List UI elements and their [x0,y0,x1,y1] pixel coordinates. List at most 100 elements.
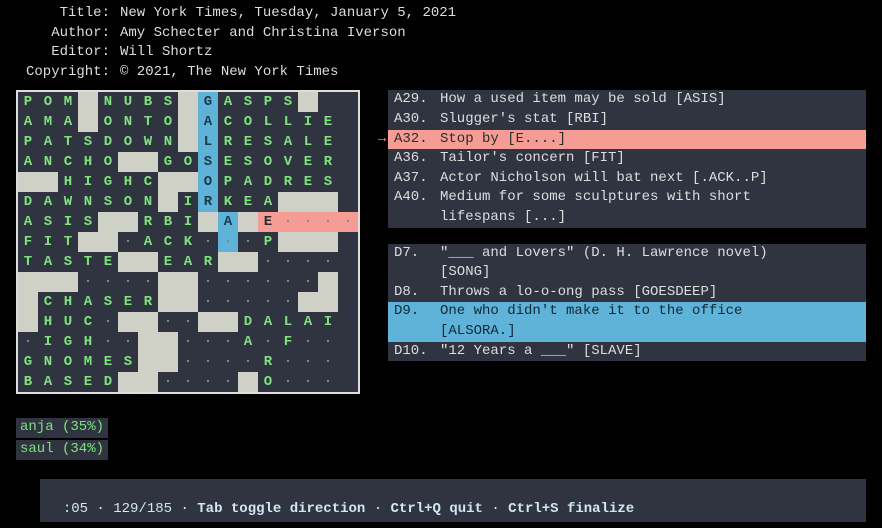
grid-cell[interactable]: E [238,192,258,212]
grid-cell[interactable]: S [258,132,278,152]
grid-cell[interactable]: A [18,112,38,132]
grid-cell[interactable] [158,192,178,212]
grid-cell[interactable]: C [218,112,238,132]
grid-cell[interactable]: R [138,212,158,232]
grid-cell[interactable]: E [238,132,258,152]
grid-cell[interactable]: · [318,372,338,392]
grid-cell[interactable]: · [198,332,218,352]
grid-cell[interactable] [138,312,158,332]
grid-cell[interactable]: S [78,132,98,152]
grid-cell[interactable]: I [178,192,198,212]
grid-cell[interactable] [138,252,158,272]
grid-cell[interactable]: · [278,372,298,392]
grid-cell[interactable] [198,312,218,332]
grid-cell[interactable] [178,112,198,132]
grid-cell[interactable]: P [18,132,38,152]
grid-cell[interactable]: L [278,112,298,132]
grid-cell[interactable] [278,192,298,212]
grid-cell[interactable]: N [118,112,138,132]
grid-cell[interactable]: I [38,232,58,252]
grid-cell[interactable] [138,332,158,352]
grid-cell[interactable]: O [118,192,138,212]
grid-cell[interactable]: E [318,112,338,132]
grid-cell[interactable]: · [198,272,218,292]
grid-cell[interactable]: I [38,332,58,352]
grid-cell[interactable]: · [118,332,138,352]
grid-cell[interactable]: · [278,252,298,272]
grid-cell[interactable]: O [258,372,278,392]
grid-cell[interactable]: H [38,312,58,332]
grid-cell[interactable]: W [138,132,158,152]
grid-cell[interactable]: · [218,292,238,312]
grid-cell[interactable]: N [78,192,98,212]
grid-cell[interactable]: H [118,172,138,192]
grid-cell[interactable]: N [138,192,158,212]
grid-cell[interactable] [318,272,338,292]
grid-cell[interactable]: I [178,212,198,232]
grid-cell[interactable] [118,252,138,272]
grid-cell[interactable]: · [258,272,278,292]
grid-cell[interactable] [118,152,138,172]
grid-cell[interactable] [158,352,178,372]
grid-cell[interactable]: · [258,332,278,352]
grid-cell[interactable]: S [58,252,78,272]
grid-cell[interactable]: S [238,92,258,112]
grid-cell[interactable]: H [78,332,98,352]
grid-cell[interactable] [138,352,158,372]
grid-cell[interactable]: L [278,312,298,332]
grid-cell[interactable] [178,132,198,152]
grid-cell[interactable]: B [138,92,158,112]
grid-cell[interactable]: · [318,252,338,272]
grid-cell[interactable]: F [278,332,298,352]
grid-cell[interactable]: S [238,152,258,172]
grid-cell[interactable]: · [178,332,198,352]
grid-cell[interactable]: · [218,372,238,392]
grid-cell[interactable] [78,92,98,112]
grid-cell[interactable] [218,312,238,332]
grid-cell[interactable]: D [98,132,118,152]
grid-cell[interactable]: O [238,112,258,132]
grid-cell[interactable] [98,232,118,252]
grid-cell[interactable]: · [218,352,238,372]
grid-cell[interactable]: C [158,232,178,252]
grid-cell[interactable]: S [158,92,178,112]
grid-cell[interactable]: E [158,252,178,272]
grid-cell[interactable] [18,312,38,332]
grid-cell[interactable] [58,272,78,292]
grid-cell[interactable]: · [18,332,38,352]
grid-cell[interactable]: · [318,352,338,372]
grid-cell[interactable]: G [18,352,38,372]
grid-cell[interactable]: O [258,152,278,172]
grid-cell[interactable]: · [158,312,178,332]
grid-cell[interactable]: E [98,252,118,272]
grid-cell[interactable]: G [58,332,78,352]
grid-cell[interactable]: M [38,112,58,132]
grid-cell[interactable]: W [58,192,78,212]
grid-cell[interactable]: · [198,352,218,372]
grid-cell[interactable]: M [58,92,78,112]
grid-cell[interactable]: · [298,352,318,372]
grid-cell[interactable]: S [278,92,298,112]
grid-cell[interactable]: R [318,152,338,172]
grid-cell[interactable]: · [318,332,338,352]
grid-cell[interactable] [18,172,38,192]
grid-cell[interactable]: · [98,332,118,352]
grid-cell[interactable]: A [178,252,198,272]
grid-cell[interactable]: · [238,292,258,312]
grid-cell[interactable]: K [218,192,238,212]
grid-cell[interactable]: N [98,92,118,112]
grid-cell[interactable]: E [78,372,98,392]
clue-item[interactable]: A40.Medium for some sculptures with shor… [388,188,866,208]
grid-cell[interactable]: A [298,312,318,332]
grid-cell[interactable]: · [78,272,98,292]
grid-cell[interactable]: O [158,112,178,132]
grid-cell[interactable]: M [78,352,98,372]
grid-cell[interactable] [158,172,178,192]
grid-cell[interactable]: · [298,212,318,232]
grid-cell[interactable]: U [118,92,138,112]
grid-cell[interactable]: G [158,152,178,172]
grid-cell[interactable]: · [298,252,318,272]
grid-cell[interactable] [138,152,158,172]
clue-item[interactable]: A37.Actor Nicholson will bat next [.ACK.… [388,169,866,189]
grid-cell[interactable]: B [18,372,38,392]
